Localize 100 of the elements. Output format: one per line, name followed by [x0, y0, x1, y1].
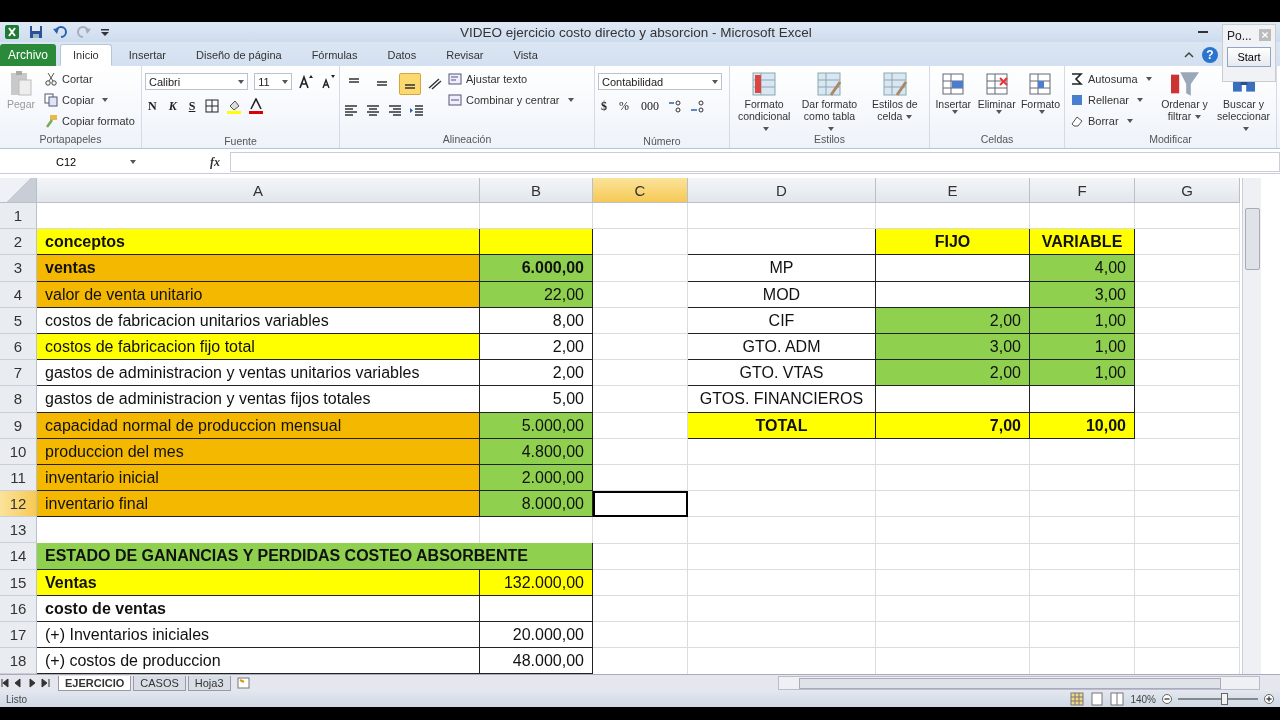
- table-cell[interactable]: [480, 229, 593, 256]
- zoom-in-icon[interactable]: [1264, 694, 1274, 704]
- horizontal-scrollbar[interactable]: [778, 676, 1260, 690]
- indent-icon[interactable]: [409, 103, 425, 119]
- table-cell[interactable]: (+) Inventarios iniciales: [37, 622, 480, 649]
- table-cell[interactable]: produccion del mes: [37, 438, 480, 465]
- table-cell[interactable]: 5.000,00: [480, 412, 593, 439]
- minimize-icon[interactable]: [1198, 30, 1208, 34]
- help-button[interactable]: ?: [1202, 47, 1218, 63]
- row-header[interactable]: 17: [0, 622, 37, 649]
- sheet-tab[interactable]: CASOS: [133, 675, 186, 691]
- column-header[interactable]: E: [876, 178, 1030, 203]
- table-cell[interactable]: 22,00: [480, 281, 593, 308]
- table-cell[interactable]: 8.000,00: [480, 491, 593, 518]
- save-icon[interactable]: [28, 24, 44, 40]
- insert-function-button[interactable]: fx: [206, 154, 224, 170]
- vertical-align-icon[interactable]: [399, 73, 421, 95]
- column-header[interactable]: G: [1135, 178, 1240, 203]
- decrease-decimal-icon[interactable]: [690, 98, 706, 114]
- row-header[interactable]: 6: [0, 333, 37, 361]
- row-header[interactable]: 11: [0, 464, 37, 492]
- row-header[interactable]: 14: [0, 543, 37, 570]
- style-button[interactable]: Dar formato como tabla: [798, 69, 861, 133]
- column-header[interactable]: B: [480, 178, 593, 203]
- sheet-tab[interactable]: EJERCICIO: [58, 675, 132, 691]
- column-header[interactable]: A: [37, 178, 480, 203]
- shrink-font-icon[interactable]: [320, 73, 336, 90]
- table-cell[interactable]: costos de fabricacion fijo total: [37, 333, 480, 361]
- align-right-icon[interactable]: [387, 103, 403, 119]
- table-cell[interactable]: capacidad normal de produccion mensual: [37, 412, 480, 439]
- currency-button[interactable]: $: [598, 98, 610, 114]
- style-button[interactable]: Formato condicional: [733, 69, 796, 133]
- start-button[interactable]: Start: [1227, 47, 1271, 67]
- row-header[interactable]: 7: [0, 360, 37, 387]
- align-left-icon[interactable]: [343, 103, 359, 119]
- row-header[interactable]: 15: [0, 569, 37, 596]
- column-header[interactable]: D: [688, 178, 876, 203]
- cell-action-button[interactable]: Insertar: [933, 69, 974, 115]
- table-cell[interactable]: Ventas: [37, 569, 480, 596]
- font-family-field[interactable]: Calibri: [145, 73, 249, 90]
- edit-button[interactable]: Autosuma: [1068, 69, 1154, 88]
- ribbon-tab[interactable]: Diseño de página: [183, 44, 295, 66]
- borders-icon[interactable]: [204, 98, 221, 114]
- thousands-button[interactable]: 000: [638, 98, 662, 114]
- row-header[interactable]: 5: [0, 307, 37, 334]
- italic-button[interactable]: K: [165, 98, 180, 114]
- table-cell[interactable]: MOD: [688, 281, 876, 308]
- zoom-out-icon[interactable]: [1162, 694, 1172, 704]
- table-cell[interactable]: 132.000,00: [480, 569, 593, 596]
- column-header[interactable]: C: [593, 178, 688, 203]
- cell-action-button[interactable]: Eliminar: [976, 69, 1017, 115]
- row-header[interactable]: 8: [0, 386, 37, 413]
- table-cell[interactable]: 2,00: [480, 360, 593, 387]
- number-format-field[interactable]: Contabilidad: [598, 73, 722, 90]
- ribbon-tab[interactable]: Fórmulas: [298, 44, 371, 66]
- table-cell[interactable]: costo de ventas: [37, 595, 480, 622]
- table-cell[interactable]: 4,00: [1030, 255, 1135, 282]
- table-cell[interactable]: 3,00: [1030, 281, 1135, 308]
- table-cell[interactable]: 5,00: [480, 386, 593, 413]
- bold-button[interactable]: N: [145, 98, 160, 114]
- customize-menu-icon[interactable]: [100, 27, 110, 37]
- table-cell[interactable]: FIJO: [876, 229, 1030, 256]
- row-header[interactable]: 1: [0, 203, 37, 230]
- row-header[interactable]: 16: [0, 595, 37, 622]
- edit-large-button[interactable]: Ordenar y filtrar: [1156, 69, 1213, 123]
- cell-action-button[interactable]: Formato: [1019, 69, 1061, 115]
- ribbon-tab[interactable]: Insertar: [115, 44, 179, 66]
- edit-button[interactable]: Rellenar: [1068, 90, 1145, 109]
- sheet-tab[interactable]: Hoja3: [187, 675, 231, 691]
- row-header[interactable]: 12: [0, 491, 37, 518]
- row-header[interactable]: 4: [0, 281, 37, 308]
- row-header[interactable]: 13: [0, 517, 37, 544]
- table-cell[interactable]: costos de fabricacion unitarios variables: [37, 307, 480, 334]
- table-cell[interactable]: 20.000,00: [480, 622, 593, 649]
- grow-font-icon[interactable]: [298, 73, 314, 90]
- copy-button[interactable]: Copiar: [42, 90, 111, 109]
- page-break-icon[interactable]: [1110, 692, 1125, 706]
- slider-thumb[interactable]: [1220, 693, 1228, 705]
- table-cell[interactable]: 4.800,00: [480, 438, 593, 465]
- table-cell[interactable]: gastos de administracion y ventas fijos totales: [37, 386, 480, 413]
- table-cell[interactable]: 7,00: [876, 412, 1030, 439]
- zoom-level[interactable]: 140%: [1130, 693, 1156, 705]
- table-cell[interactable]: inventario inicial: [37, 464, 480, 492]
- table-cell[interactable]: 2,00: [876, 307, 1030, 334]
- row-header[interactable]: 9: [0, 412, 37, 439]
- underline-button[interactable]: S: [185, 98, 199, 114]
- table-cell[interactable]: 1,00: [1030, 360, 1135, 387]
- row-header[interactable]: 10: [0, 438, 37, 465]
- ribbon-tab[interactable]: Revisar: [433, 44, 497, 66]
- table-cell[interactable]: 2.000,00: [480, 464, 593, 492]
- table-cell[interactable]: 1,00: [1030, 333, 1135, 361]
- table-cell[interactable]: gastos de administracion y ventas unitarios variables: [37, 360, 480, 387]
- table-cell[interactable]: 1,00: [1030, 307, 1135, 334]
- undo-icon[interactable]: [52, 24, 68, 40]
- table-cell[interactable]: MP: [688, 255, 876, 282]
- selected-cell[interactable]: [593, 491, 688, 518]
- orientation-icon[interactable]: [427, 76, 443, 92]
- fill-color-icon[interactable]: [226, 98, 243, 114]
- ribbon-tab[interactable]: Vista: [500, 44, 551, 66]
- empty-cell[interactable]: [480, 595, 593, 622]
